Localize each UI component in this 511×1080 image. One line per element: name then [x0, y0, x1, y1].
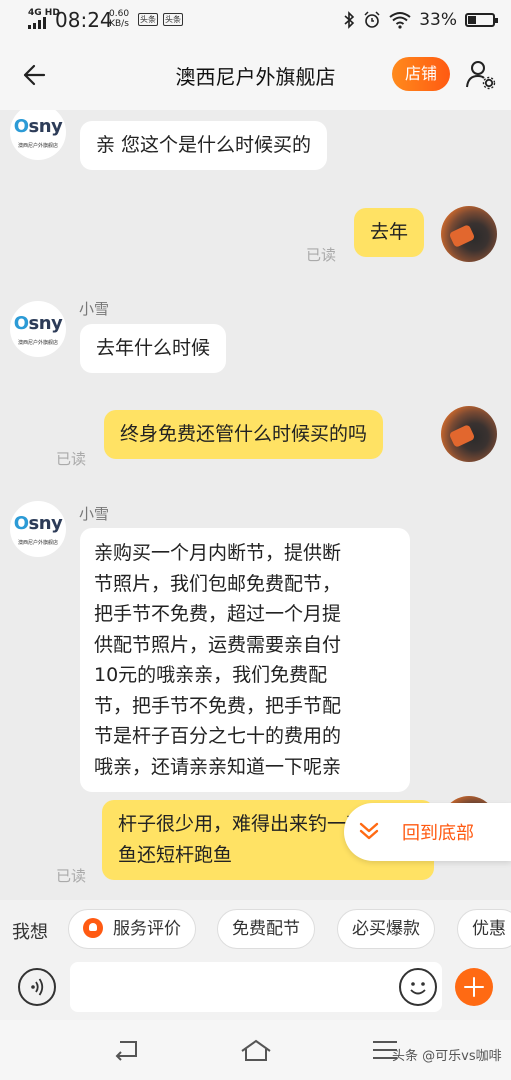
message-bubble[interactable]: 亲 您这个是什么时候买的: [80, 121, 328, 170]
notification-app-icon: 头条: [163, 13, 183, 26]
alarm-icon: [364, 11, 380, 28]
service-review-icon: [83, 918, 103, 938]
chip-discount[interactable]: 优惠: [457, 909, 511, 949]
shop-button[interactable]: 店铺: [392, 57, 450, 91]
message-input[interactable]: [70, 962, 442, 1012]
status-bar: 4G HD 08:24 0.60 KB/s 头条 头条 33%: [0, 0, 511, 40]
watermark: 头条 @可乐vs咖啡: [392, 1049, 502, 1064]
voice-icon[interactable]: [18, 968, 56, 1006]
home-nav-icon[interactable]: [239, 1036, 273, 1064]
plus-icon[interactable]: [455, 968, 493, 1006]
shop-avatar[interactable]: Osny 澳西尼户外旗舰店: [10, 301, 66, 357]
quick-reply-bar: 我想 服务评价 免费配节 必买爆款 优惠: [0, 900, 511, 960]
notification-app-icon: 头条: [138, 13, 158, 26]
sender-name: 小雪: [79, 300, 110, 318]
read-status: 已读: [56, 450, 87, 468]
emoji-icon[interactable]: [399, 968, 437, 1006]
message-bubble[interactable]: 去年: [354, 208, 425, 257]
signal-icon: [28, 17, 50, 29]
back-nav-icon[interactable]: [110, 1036, 144, 1064]
message-bubble[interactable]: 亲购买一个月内断节，提供断 节照片，我们包邮免费配节， 把手节不免费，超过一个月…: [80, 528, 410, 792]
clock: 08:24: [55, 8, 113, 32]
scroll-to-bottom-button[interactable]: 回到底部: [344, 803, 511, 861]
read-status: 已读: [56, 867, 87, 885]
chip-service-review[interactable]: 服务评价: [68, 909, 196, 949]
message-bubble[interactable]: 去年什么时候: [80, 324, 227, 373]
message-bubble[interactable]: 终身免费还管什么时候买的吗: [104, 410, 384, 459]
wifi-icon: [389, 12, 411, 29]
sender-name: 小雪: [79, 505, 110, 523]
chat-header: 澳西尼户外旗舰店 店铺: [0, 40, 511, 110]
user-avatar[interactable]: [441, 206, 497, 262]
chip-must-buy[interactable]: 必买爆款: [337, 909, 435, 949]
user-settings-icon[interactable]: [464, 58, 496, 90]
chip-free-parts[interactable]: 免费配节: [217, 909, 315, 949]
shop-avatar[interactable]: Osny 澳西尼户外旗舰店: [10, 501, 66, 557]
scroll-to-bottom-label: 回到底部: [402, 823, 474, 844]
battery-icon: [465, 13, 498, 27]
bluetooth-icon: [344, 11, 355, 29]
system-nav-bar: 头条 @可乐vs咖啡: [0, 1020, 511, 1080]
battery-percent: 33%: [419, 10, 457, 30]
input-bar: [0, 960, 511, 1020]
user-avatar[interactable]: [441, 406, 497, 462]
chat-messages[interactable]: Osny 澳西尼户外旗舰店 亲 您这个是什么时候买的 已读 去年 Osny 澳西…: [0, 110, 511, 900]
quick-bar-label: 我想: [12, 922, 48, 943]
read-status: 已读: [306, 246, 337, 264]
network-speed: 0.60 KB/s: [109, 9, 130, 29]
shop-avatar[interactable]: Osny 澳西尼户外旗舰店: [10, 110, 66, 160]
double-chevron-down-icon: [359, 822, 379, 840]
